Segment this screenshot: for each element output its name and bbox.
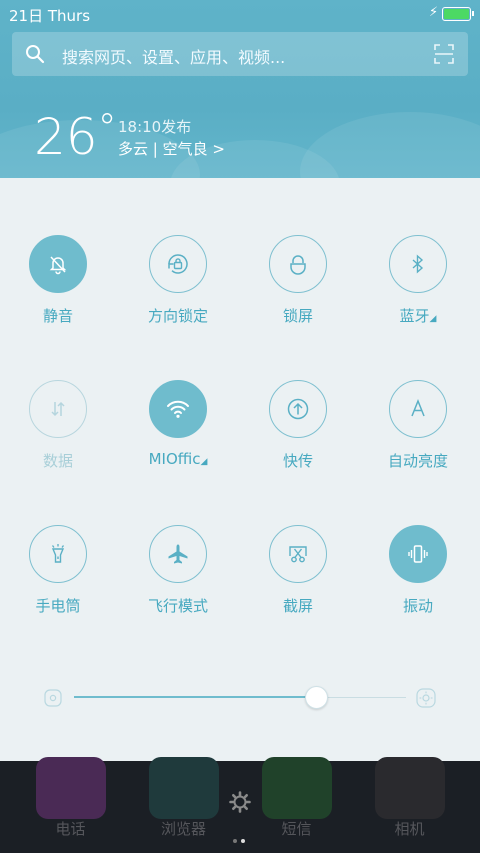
mobile-data-icon[interactable] (29, 380, 87, 438)
search-icon (26, 45, 45, 64)
airplane-icon[interactable] (149, 525, 207, 583)
vibrate-icon[interactable] (389, 525, 447, 583)
weather-header: 21日 Thurs ⚡ 搜索网页、设置、应用、视频... 26° 18:10发布… (0, 0, 480, 180)
status-date: 21日 Thurs (9, 5, 90, 26)
app-label: 短信 (281, 820, 312, 838)
toggle-label-text: 方向锁定 (147, 307, 208, 325)
brightness-fill (74, 696, 317, 698)
toggle-label: 锁屏 (238, 305, 358, 326)
toggle-lock[interactable]: 锁屏 (238, 235, 358, 345)
toggle-mobile-data[interactable]: 数据 (0, 380, 118, 490)
expand-corner-icon[interactable]: ◢ (201, 457, 208, 467)
expand-corner-icon[interactable]: ◢ (430, 314, 437, 324)
toggle-label-text: 手电筒 (35, 597, 81, 615)
wifi-icon[interactable] (149, 380, 207, 438)
toggle-label-text: 锁屏 (282, 307, 313, 325)
toggle-label-text: 静音 (42, 307, 73, 325)
weather-condition[interactable]: 多云 | 空气良 > (118, 138, 225, 159)
toggle-label-text: 快传 (282, 452, 313, 470)
toggle-label-text: 飞行模式 (147, 597, 208, 615)
battery-icon (442, 7, 474, 21)
toggle-airplane[interactable]: 飞行模式 (118, 525, 238, 635)
bluetooth-icon[interactable] (389, 235, 447, 293)
toggle-label-text: MIOffic (148, 450, 201, 468)
degree-symbol: ° (97, 106, 117, 150)
toggle-bluetooth[interactable]: 蓝牙◢ (358, 235, 478, 345)
toggle-flashlight[interactable]: 手电筒 (0, 525, 118, 635)
camera-app-icon[interactable] (375, 757, 445, 819)
toggle-label-text: 振动 (402, 597, 433, 615)
quick-transfer-icon[interactable] (269, 380, 327, 438)
toggle-label: MIOffic◢ (118, 450, 238, 468)
toggle-rotation-lock[interactable]: 方向锁定 (118, 235, 238, 345)
flashlight-icon[interactable] (29, 525, 87, 583)
home-dock: 电话 浏览器 短信 相机 (0, 757, 480, 853)
toggle-label: 快传 (238, 450, 358, 471)
toggle-screenshot[interactable]: 截屏 (238, 525, 358, 635)
brightness-slider[interactable] (40, 680, 440, 716)
scan-icon[interactable] (434, 44, 454, 64)
status-date-text: 21日 (9, 7, 44, 25)
screenshot-icon[interactable] (269, 525, 327, 583)
app-label: 电话 (55, 820, 86, 838)
temperature-value: 26 (34, 108, 98, 166)
status-day-text: Thurs (47, 7, 91, 25)
messages-app-icon[interactable] (262, 757, 332, 819)
toggle-label: 振动 (358, 595, 478, 616)
toggle-label: 静音 (0, 305, 118, 326)
toggle-label: 蓝牙◢ (358, 305, 478, 326)
brightness-thumb[interactable] (305, 686, 329, 709)
toggle-label: 自动亮度 (358, 450, 478, 471)
browser-app-icon[interactable] (149, 757, 219, 819)
auto-brightness-icon[interactable] (389, 380, 447, 438)
app-label: 浏览器 (160, 820, 206, 838)
gear-icon[interactable] (229, 791, 251, 813)
search-bar[interactable]: 搜索网页、设置、应用、视频... (12, 32, 468, 76)
toggle-mute-bell[interactable]: 静音 (0, 235, 118, 345)
page-dot-active (241, 839, 245, 843)
status-bar: 21日 Thurs ⚡ (0, 0, 480, 28)
lock-icon[interactable] (269, 235, 327, 293)
toggle-wifi[interactable]: MIOffic◢ (118, 380, 238, 490)
app-label: 相机 (394, 820, 425, 838)
brightness-low-icon (44, 689, 62, 707)
brightness-high-icon (416, 688, 436, 708)
page-indicator (231, 828, 247, 847)
phone-app-icon[interactable] (36, 757, 106, 819)
charging-icon: ⚡ (429, 5, 439, 20)
toggle-label: 截屏 (238, 595, 358, 616)
toggle-label: 飞行模式 (118, 595, 238, 616)
rotation-lock-icon[interactable] (149, 235, 207, 293)
toggle-auto-brightness[interactable]: 自动亮度 (358, 380, 478, 490)
weather-publish-time: 18:10发布 (118, 118, 192, 136)
toggle-vibrate[interactable]: 振动 (358, 525, 478, 635)
toggle-quick-transfer[interactable]: 快传 (238, 380, 358, 490)
toggle-label-text: 数据 (42, 452, 73, 470)
toggle-label: 数据 (0, 450, 118, 471)
toggle-label: 方向锁定 (118, 305, 238, 326)
toggle-label-text: 自动亮度 (387, 452, 448, 470)
toggle-label-text: 截屏 (282, 597, 313, 615)
mute-bell-icon[interactable] (29, 235, 87, 293)
toggle-label-text: 蓝牙 (399, 307, 430, 325)
toggle-label: 手电筒 (0, 595, 118, 616)
search-placeholder: 搜索网页、设置、应用、视频... (62, 48, 286, 67)
temperature[interactable]: 26° (34, 106, 117, 166)
page-dot (233, 839, 237, 843)
